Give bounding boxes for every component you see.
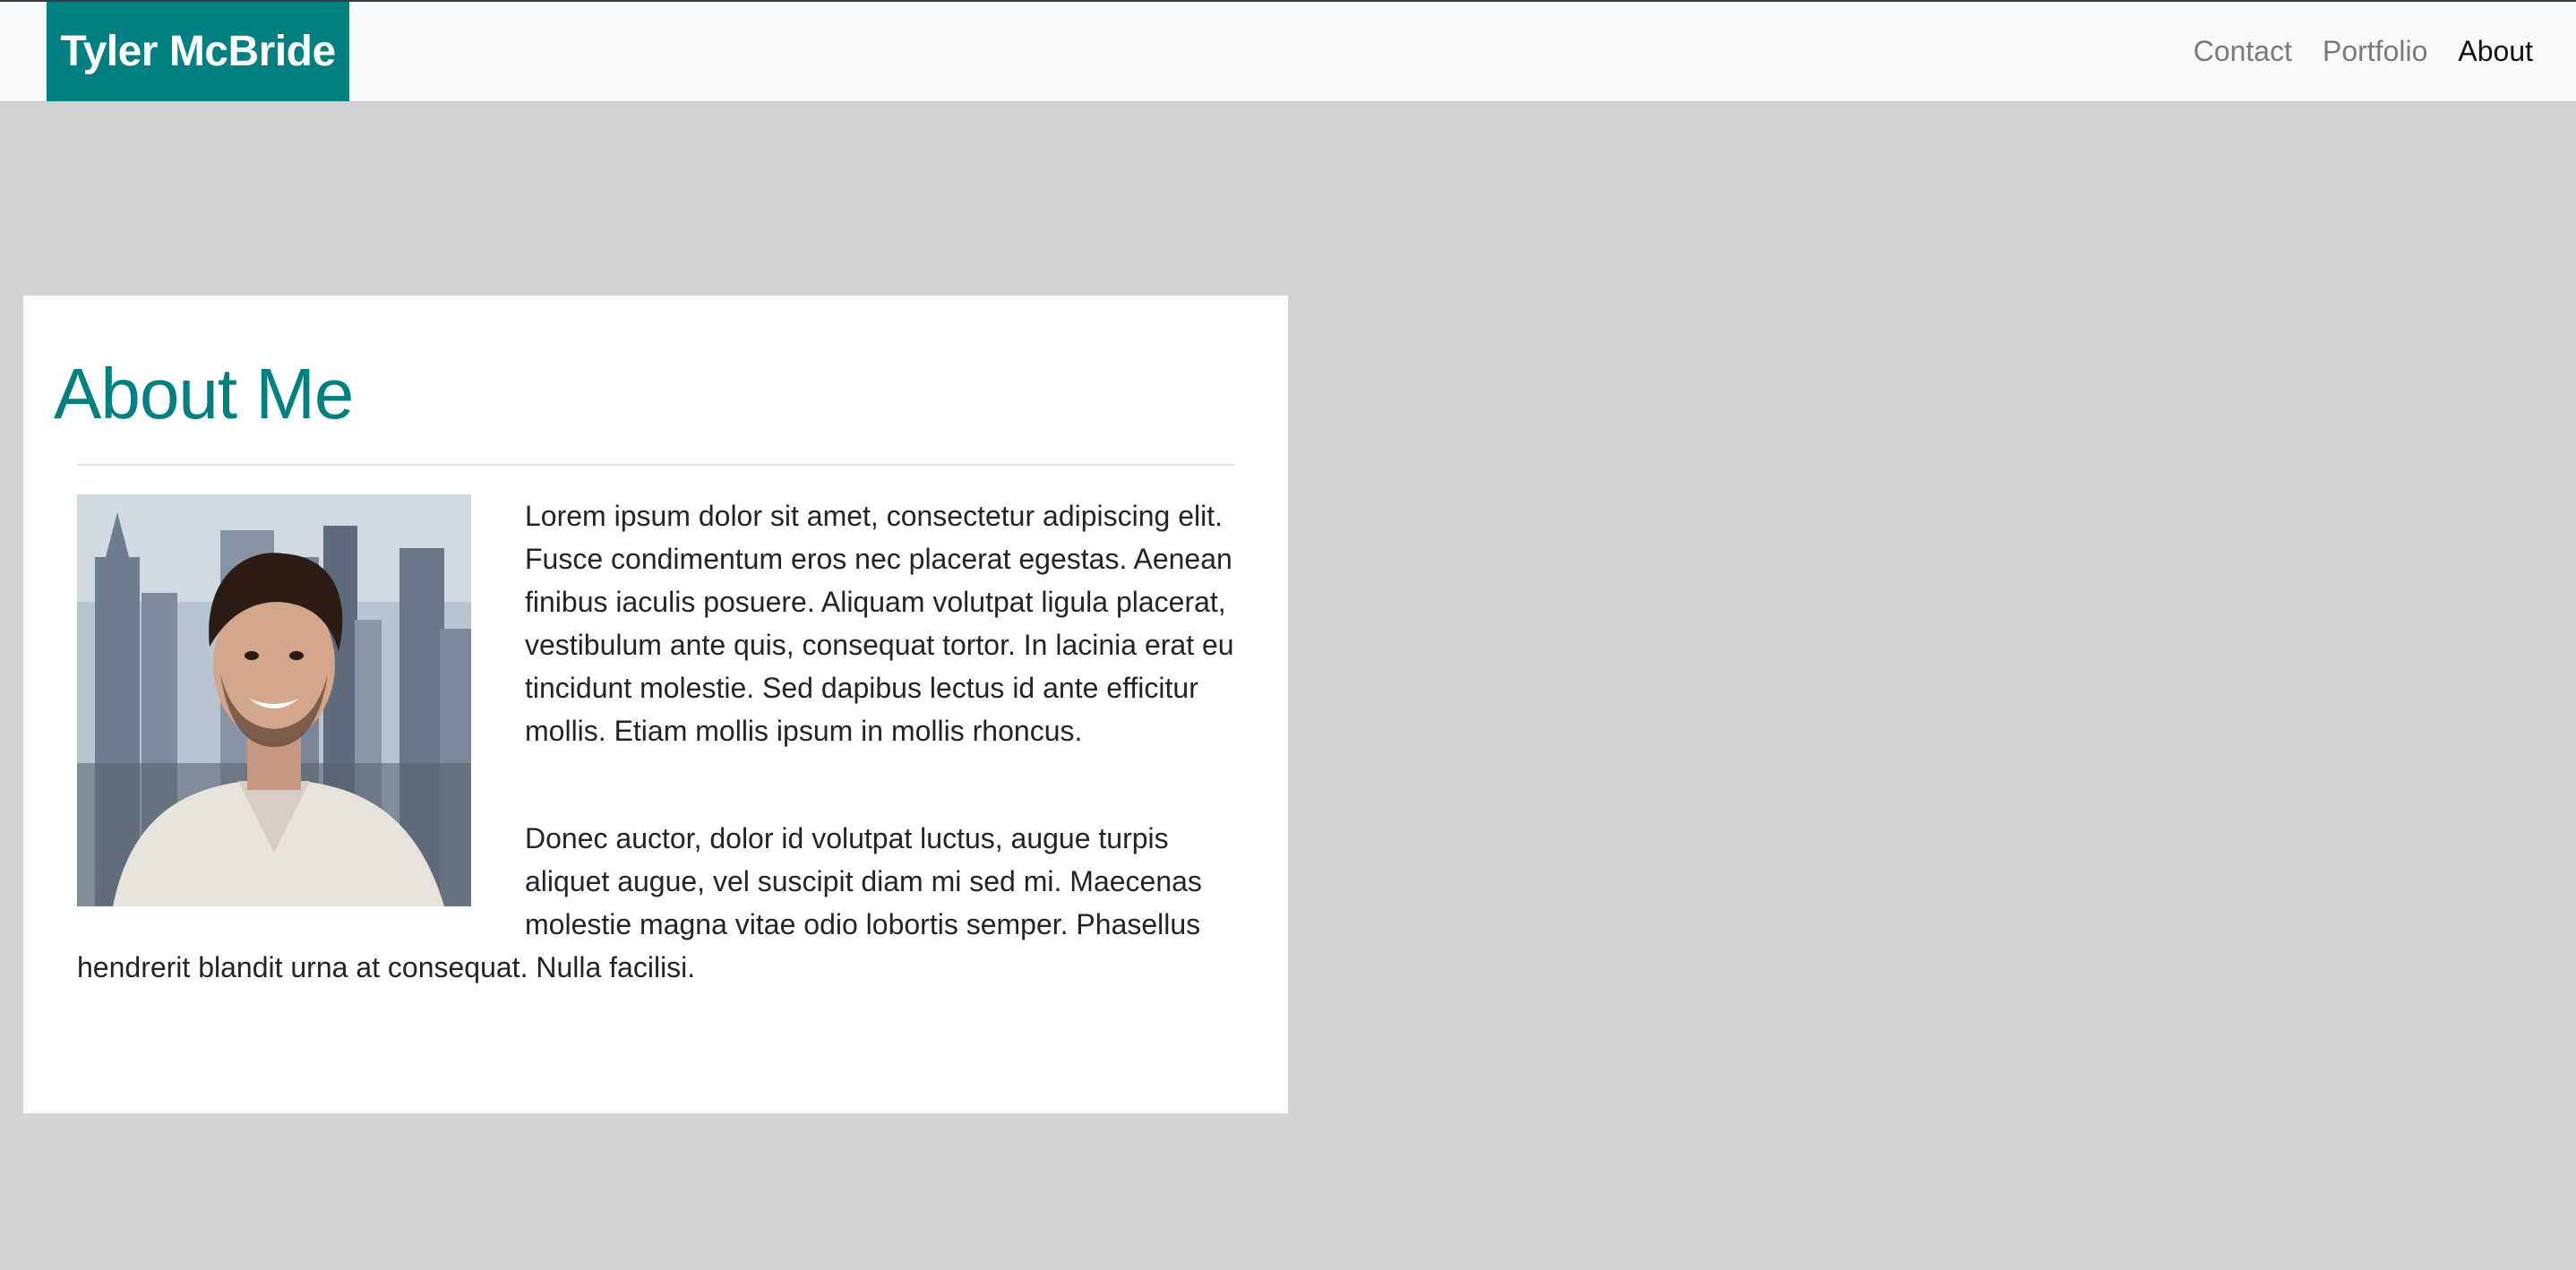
nav-links: Contact Portfolio About	[2194, 2, 2533, 101]
about-content: Lorem ipsum dolor sit amet, consectetur …	[77, 494, 1236, 1053]
nav-link-portfolio[interactable]: Portfolio	[2323, 35, 2427, 68]
brand-logo[interactable]: Tyler McBride	[47, 2, 349, 101]
title-divider	[77, 464, 1234, 466]
nav-link-about[interactable]: About	[2458, 35, 2533, 68]
page-title: About Me	[54, 354, 354, 433]
nav-link-contact[interactable]: Contact	[2194, 35, 2292, 68]
profile-photo	[77, 494, 471, 906]
navbar: Tyler McBride Contact Portfolio About	[0, 0, 2576, 101]
